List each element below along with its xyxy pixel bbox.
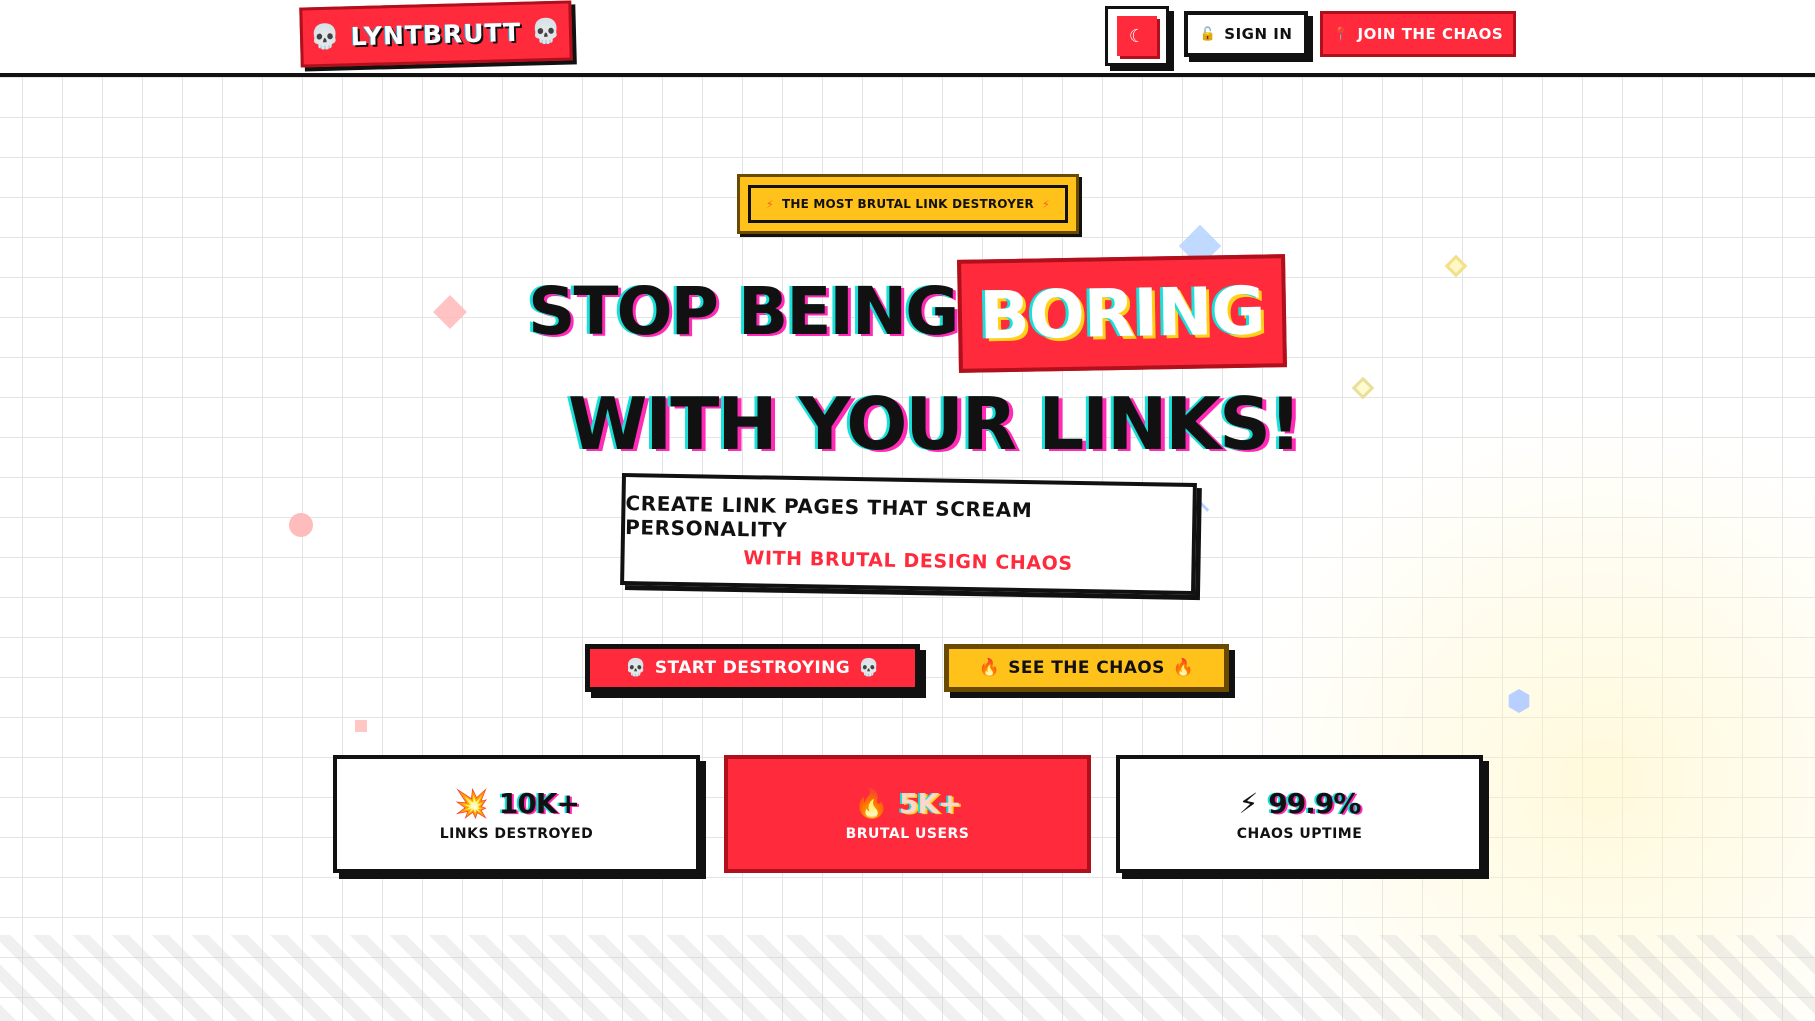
hero-badge: ⚡ THE MOST BRUTAL LINK DESTROYER ⚡	[737, 174, 1079, 234]
skull-icon: 💀	[625, 658, 647, 678]
pin-icon: 📍	[1332, 26, 1350, 42]
stat-label: CHAOS UPTIME	[1236, 825, 1363, 842]
headline-highlight-text: BORING	[978, 272, 1266, 355]
join-button[interactable]: 📍 JOIN THE CHAOS	[1320, 11, 1516, 57]
start-destroying-label: START DESTROYING	[654, 658, 851, 678]
stat-card-users: 🔥 5K+ BRUTAL USERS	[724, 755, 1091, 873]
stat-value: 10K+	[498, 786, 580, 820]
striped-footer-band	[0, 935, 1815, 1021]
see-the-chaos-label: SEE THE CHAOS	[1008, 658, 1165, 678]
lightning-icon: ⚡	[1238, 786, 1259, 820]
subtitle-line-1: CREATE LINK PAGES THAT SCREAM PERSONALIT…	[624, 491, 1033, 542]
stat-card-links: 💥 10K+ LINKS DESTROYED	[333, 755, 700, 873]
sign-in-button[interactable]: 🔓 SIGN IN	[1184, 11, 1308, 57]
sign-in-label: SIGN IN	[1224, 25, 1293, 43]
stat-label: LINKS DESTROYED	[439, 825, 594, 842]
stat-value: 5K+	[899, 786, 962, 820]
skull-icon: 💀	[858, 658, 880, 678]
explosion-icon: 💥	[454, 786, 489, 820]
stat-value: 99.9%	[1268, 786, 1361, 820]
see-the-chaos-button[interactable]: 🔥 SEE THE CHAOS 🔥	[944, 644, 1229, 692]
start-destroying-button[interactable]: 💀 START DESTROYING 💀	[585, 644, 920, 692]
theme-toggle-button[interactable]: ☾	[1105, 6, 1169, 66]
badge-text: THE MOST BRUTAL LINK DESTROYER	[781, 197, 1034, 211]
stat-card-uptime: ⚡ 99.9% CHAOS UPTIME	[1116, 755, 1483, 873]
skull-icon: 💀	[309, 22, 342, 52]
moon-icon: ☾	[1117, 16, 1157, 56]
subtitle-line-2: WITH BRUTAL DESIGN CHAOS	[743, 547, 1073, 575]
decorative-circle	[289, 513, 313, 537]
fire-icon: 🔥	[854, 786, 890, 820]
unlock-icon: 🔓	[1199, 26, 1217, 42]
decorative-square	[355, 720, 367, 732]
headline-line-1: STOP BEING	[528, 273, 959, 350]
headline-line-2: WITH YOUR LINKS!	[568, 382, 1302, 466]
lightning-icon: ⚡	[1042, 197, 1050, 211]
subtitle-card: CREATE LINK PAGES THAT SCREAM PERSONALIT…	[620, 472, 1197, 596]
fire-icon: 🔥	[978, 658, 1001, 678]
fire-icon: 🔥	[1172, 658, 1195, 678]
top-navbar: 💀 LYNTBRUTT 💀 ☾ 🔓 SIGN IN 📍 JOIN THE CHA…	[0, 0, 1815, 77]
brand-logo[interactable]: 💀 LYNTBRUTT 💀	[299, 0, 573, 68]
stat-label: BRUTAL USERS	[845, 825, 970, 842]
lightning-icon: ⚡	[766, 197, 774, 211]
headline-highlight: BORING	[957, 254, 1287, 373]
brand-name: LYNTBRUTT	[350, 17, 522, 51]
join-label: JOIN THE CHAOS	[1357, 25, 1504, 43]
skull-icon: 💀	[530, 16, 563, 46]
